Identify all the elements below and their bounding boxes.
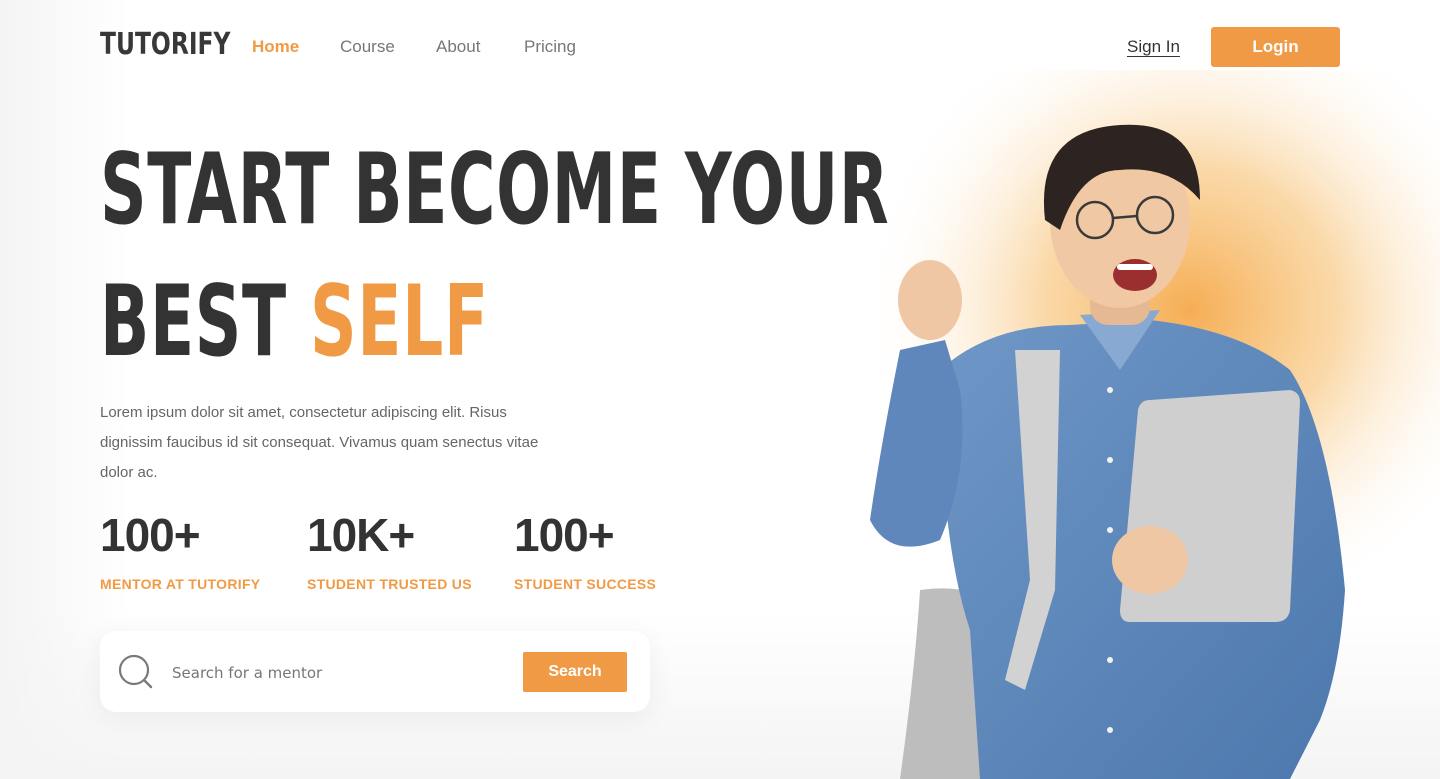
hero-headline-line1: START BECOME YOUR [100, 133, 890, 247]
student-celebrating-illustration [860, 70, 1440, 779]
nav-home[interactable]: Home [252, 37, 299, 57]
mentor-search-bar: Search [100, 631, 650, 712]
stat-students: 10K+ STUDENT TRUSTED US [307, 508, 472, 592]
site-header: TUTORIFY Home Course About Pricing Sign … [0, 0, 1440, 95]
headline-plain: BEST [100, 265, 287, 379]
stat-label: MENTOR AT TUTORIFY [100, 576, 261, 592]
stat-value: 100+ [514, 509, 615, 561]
hero-headline-line2: BEST SELF [100, 272, 489, 372]
login-button[interactable]: Login [1211, 27, 1340, 67]
sign-in-link[interactable]: Sign In [1127, 37, 1180, 57]
nav-about[interactable]: About [436, 37, 480, 57]
nav-course[interactable]: Course [340, 37, 395, 57]
stat-mentors: 100+ MENTOR AT TUTORIFY [100, 508, 260, 592]
headline-accent: SELF [310, 265, 489, 379]
search-icon[interactable] [118, 654, 154, 690]
stat-value: 100+ [100, 509, 201, 561]
stat-value: 10K+ [307, 509, 415, 561]
search-input[interactable] [170, 657, 504, 689]
logo[interactable]: TUTORIFY [100, 28, 230, 62]
nav-pricing[interactable]: Pricing [524, 37, 576, 57]
hero-description: Lorem ipsum dolor sit amet, consectetur … [100, 404, 539, 481]
search-button[interactable]: Search [523, 652, 627, 692]
stat-label: STUDENT SUCCESS [514, 576, 657, 592]
stat-label: STUDENT TRUSTED US [307, 576, 472, 592]
stat-success: 100+ STUDENT SUCCESS [514, 508, 656, 592]
